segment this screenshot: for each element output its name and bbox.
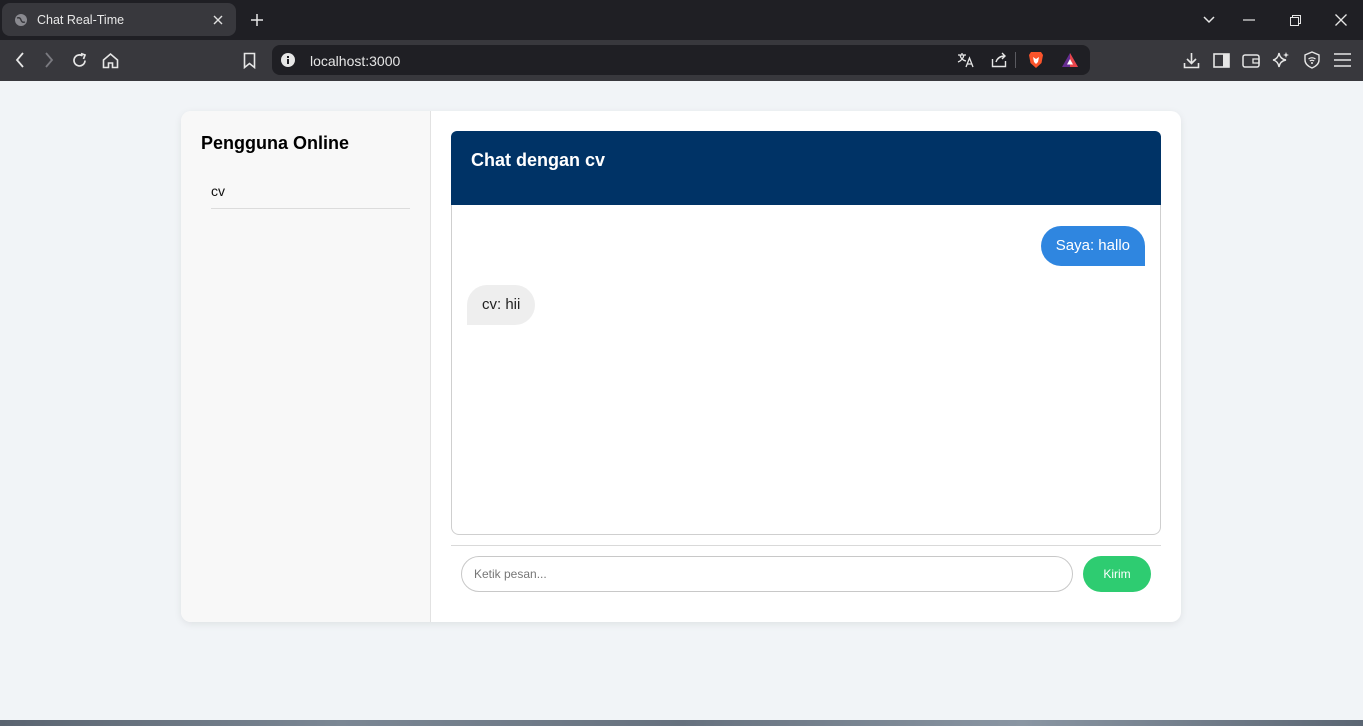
globe-icon bbox=[14, 13, 28, 27]
close-window-icon[interactable] bbox=[1332, 11, 1350, 29]
chevron-down-icon[interactable] bbox=[1200, 11, 1218, 29]
message-input[interactable] bbox=[461, 556, 1073, 592]
sidebar-icon[interactable] bbox=[1211, 50, 1231, 70]
chat-header: Chat dengan cv bbox=[451, 131, 1161, 205]
url-text: localhost:3000 bbox=[310, 53, 401, 69]
bookmark-icon[interactable] bbox=[239, 50, 259, 70]
brave-lion-icon[interactable] bbox=[1026, 50, 1046, 70]
home-icon[interactable] bbox=[100, 50, 120, 70]
shield-icon[interactable] bbox=[1302, 50, 1322, 70]
sparkle-icon[interactable] bbox=[1271, 50, 1291, 70]
arrow-left-icon[interactable] bbox=[10, 50, 30, 70]
input-divider bbox=[451, 545, 1161, 546]
user-list-item[interactable]: cv bbox=[211, 179, 410, 209]
info-icon[interactable] bbox=[280, 52, 296, 68]
address-bar-separator bbox=[1015, 52, 1016, 68]
close-icon[interactable] bbox=[210, 12, 226, 28]
send-button[interactable]: Kirim bbox=[1083, 556, 1151, 592]
address-bar[interactable]: localhost:3000 bbox=[272, 45, 1090, 75]
sidebar-title: Pengguna Online bbox=[201, 133, 350, 153]
incoming-message: cv: hii bbox=[467, 285, 536, 325]
browser-tab[interactable]: Chat Real-Time bbox=[2, 3, 236, 36]
share-icon[interactable] bbox=[989, 50, 1009, 70]
user-name: cv bbox=[211, 183, 225, 199]
arrow-right-icon[interactable] bbox=[39, 50, 59, 70]
outgoing-message: Saya: hallo bbox=[1040, 226, 1145, 266]
triangle-rewards-icon[interactable] bbox=[1060, 50, 1080, 70]
online-users-sidebar: Pengguna Online cv bbox=[181, 111, 431, 622]
chat-app-container: Pengguna Online cv Chat dengan cv Saya: … bbox=[181, 111, 1181, 622]
minimize-icon[interactable] bbox=[1240, 11, 1258, 29]
hamburger-menu-icon[interactable] bbox=[1332, 50, 1352, 70]
message-list[interactable]: Saya: hallo cv: hii bbox=[451, 205, 1161, 535]
translate-icon[interactable] bbox=[956, 50, 976, 70]
reload-icon[interactable] bbox=[69, 50, 89, 70]
restore-icon[interactable] bbox=[1286, 11, 1304, 29]
wallet-icon[interactable] bbox=[1241, 50, 1261, 70]
tab-title: Chat Real-Time bbox=[37, 12, 125, 27]
download-icon[interactable] bbox=[1181, 50, 1201, 70]
chat-panel: Chat dengan cv Saya: hallo cv: hii Kirim bbox=[431, 111, 1181, 622]
browser-toolbar: localhost:3000 bbox=[0, 40, 1363, 81]
browser-tab-bar: Chat Real-Time bbox=[0, 0, 1363, 40]
plus-icon[interactable] bbox=[248, 11, 266, 29]
taskbar-edge bbox=[0, 720, 1363, 726]
